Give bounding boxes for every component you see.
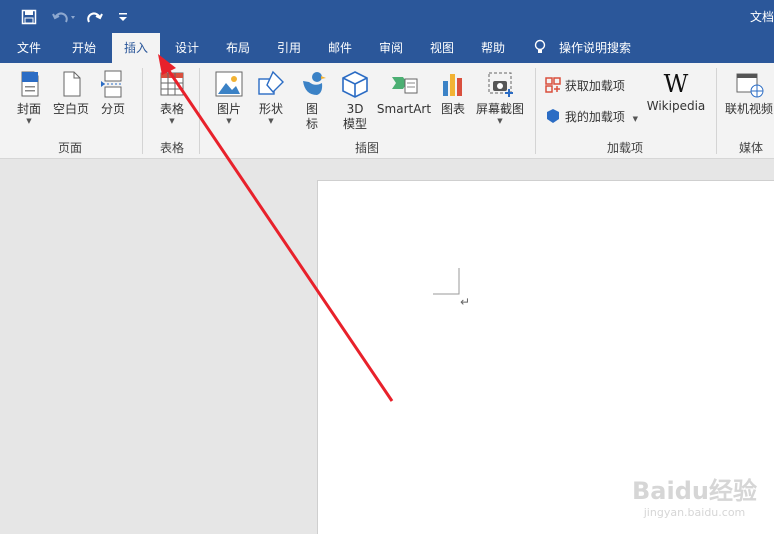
pictures-button[interactable]: 图片 ▼ — [211, 69, 247, 126]
document-page[interactable]: ↵ Baidu经验 jingyan.baidu.com — [317, 180, 774, 534]
tab-help[interactable]: 帮助 — [481, 33, 505, 63]
3d-models-label: 3D 模型 — [342, 102, 367, 131]
customize-icon — [119, 13, 127, 21]
chevron-down-icon: ▼ — [169, 117, 175, 125]
table-icon — [160, 72, 184, 96]
smartart-label: SmartArt — [376, 102, 432, 116]
table-button[interactable]: 表格 ▼ — [154, 69, 190, 126]
cover-page-icon — [21, 71, 39, 97]
tab-home[interactable]: 开始 — [72, 33, 96, 63]
tab-references[interactable]: 引用 — [277, 33, 301, 63]
window-title: 文档 — [749, 10, 774, 24]
group-label-addins: 加载项 — [606, 141, 643, 155]
save-icon — [21, 9, 37, 25]
get-addins-button[interactable]: 获取加载项 — [545, 77, 635, 94]
shapes-label: 形状 — [258, 102, 283, 116]
tab-file[interactable]: 文件 — [17, 33, 41, 63]
bird-icon — [303, 72, 326, 95]
icons-label: 图 标 — [305, 102, 318, 131]
online-video-label: 联机视频 — [724, 102, 773, 116]
chart-button[interactable]: 图表 — [437, 69, 469, 117]
group-label-pages: 页面 — [57, 141, 82, 155]
blank-page-icon — [63, 71, 81, 97]
chart-icon — [443, 74, 462, 96]
screenshot-icon — [488, 72, 513, 97]
tab-design[interactable]: 设计 — [175, 33, 199, 63]
watermark-title: Baidu经验 — [632, 477, 757, 505]
baidu-watermark: Baidu经验 jingyan.baidu.com — [632, 471, 757, 519]
online-video-button[interactable]: 联机视频 — [724, 69, 774, 117]
group-label-illustrations: 插图 — [354, 141, 379, 155]
lightbulb-icon — [534, 39, 546, 53]
page-break-label: 分页 — [100, 102, 125, 116]
ribbon-tab-bar: 文件 开始 插入 设计 布局 引用 邮件 审阅 视图 帮助 操作说明搜索 — [0, 33, 774, 64]
shapes-icon — [258, 70, 284, 95]
blank-page-button[interactable]: 空白页 — [52, 69, 90, 117]
page-break-icon — [101, 70, 123, 98]
chevron-down-icon: ▼ — [226, 117, 232, 125]
smartart-button[interactable]: SmartArt — [376, 69, 432, 117]
watermark-url: jingyan.baidu.com — [643, 506, 746, 519]
tab-view[interactable]: 视图 — [430, 33, 454, 63]
page-break-button[interactable]: 分页 — [97, 69, 129, 117]
paragraph-mark: ↵ — [460, 295, 471, 309]
chevron-down-icon: ▼ — [632, 115, 639, 123]
addin-icon — [547, 109, 559, 123]
customize-quick-access-button[interactable] — [112, 6, 134, 28]
chevron-down-icon: ▼ — [268, 117, 274, 125]
cube-icon — [342, 71, 368, 98]
tell-me-label: 操作说明搜索 — [559, 41, 632, 55]
wikipedia-w-icon: W — [663, 70, 689, 98]
tab-layout[interactable]: 布局 — [226, 33, 250, 63]
redo-icon — [87, 12, 103, 23]
my-addins-label: 我的加载项 — [564, 110, 625, 124]
online-video-icon — [736, 73, 764, 98]
chevron-down-icon: ▼ — [26, 117, 32, 125]
get-addins-label: 获取加载项 — [564, 79, 625, 93]
group-label-media: 媒体 — [738, 141, 763, 155]
blank-page-label: 空白页 — [52, 102, 89, 116]
undo-icon — [52, 12, 75, 23]
group-separator — [142, 68, 143, 154]
wikipedia-button[interactable]: W Wikipedia — [645, 69, 707, 114]
group-separator — [716, 68, 717, 154]
group-separator — [199, 68, 200, 154]
tab-review[interactable]: 审阅 — [379, 33, 403, 63]
my-addins-button[interactable]: 我的加载项 ▼ — [545, 108, 645, 125]
cover-page-label: 封面 — [16, 102, 41, 116]
pictures-label: 图片 — [216, 102, 241, 116]
redo-button[interactable] — [84, 6, 106, 28]
tell-me-search[interactable]: 操作说明搜索 — [533, 33, 631, 63]
table-label: 表格 — [159, 102, 184, 116]
tab-mailings[interactable]: 邮件 — [328, 33, 352, 63]
cover-page-button[interactable]: 封面 ▼ — [12, 69, 46, 126]
chart-label: 图表 — [440, 102, 465, 116]
screenshot-button[interactable]: 屏幕截图 ▼ — [474, 69, 526, 126]
3d-models-button[interactable]: 3D 模型 — [337, 69, 373, 132]
shapes-button[interactable]: 形状 ▼ — [254, 69, 288, 126]
undo-button[interactable] — [49, 6, 79, 28]
save-button[interactable] — [18, 6, 40, 28]
icons-button[interactable]: 图 标 — [296, 69, 328, 132]
ribbon-insert: 封面 ▼ 空白页 分页 页面 表格 ▼ 表格 图片 ▼ 形状 ▼ 图 标 3D … — [0, 63, 774, 159]
group-separator — [535, 68, 536, 154]
wikipedia-label: Wikipedia — [646, 99, 706, 113]
group-label-tables: 表格 — [159, 141, 184, 155]
screenshot-label: 屏幕截图 — [475, 102, 524, 116]
tab-insert[interactable]: 插入 — [112, 33, 160, 64]
chevron-down-icon: ▼ — [497, 117, 503, 125]
store-icon — [545, 77, 561, 93]
smartart-icon — [392, 77, 418, 94]
picture-icon — [215, 71, 243, 97]
title-bar: 文档 — [0, 0, 774, 33]
